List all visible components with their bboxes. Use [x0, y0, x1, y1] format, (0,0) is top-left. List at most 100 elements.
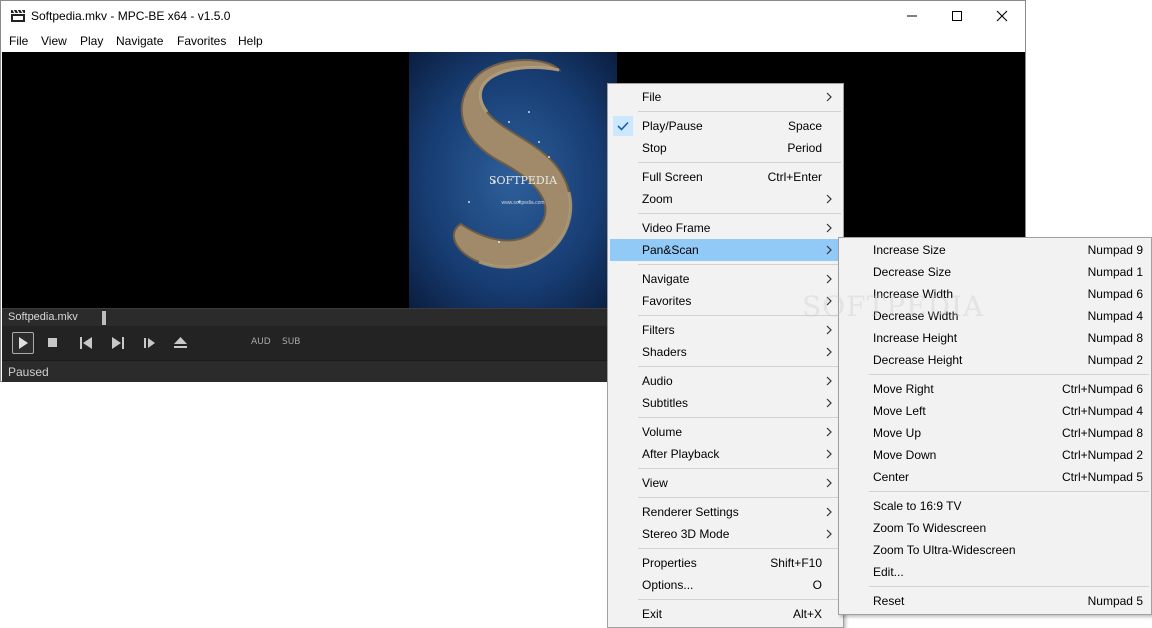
title-bar[interactable]: Softpedia.mkv - MPC-BE x64 - v1.5.0	[1, 1, 1025, 31]
panscan-item-label: Move Down	[873, 448, 937, 462]
minimize-button[interactable]	[889, 1, 935, 31]
panscan-item-label: Move Left	[873, 404, 926, 418]
context-menu-item-play-pause[interactable]: Play/Pause Space	[610, 115, 841, 137]
menu-separator	[638, 599, 841, 600]
next-button[interactable]	[108, 333, 128, 353]
panscan-item-increase-height[interactable]: Increase Height Numpad 8	[841, 327, 1149, 349]
art-url: www.softpedia.com	[501, 200, 544, 206]
menu-separator	[638, 162, 841, 163]
panscan-item-label: Decrease Height	[873, 353, 963, 367]
context-menu-item-file[interactable]: File	[610, 86, 841, 108]
menu-help[interactable]: Help	[238, 34, 263, 48]
panscan-item-decrease-width[interactable]: Decrease Width Numpad 4	[841, 305, 1149, 327]
audio-toggle[interactable]: AUD	[251, 337, 271, 347]
context-menu-item-label: Audio	[642, 374, 673, 388]
panscan-item-move-down[interactable]: Move Down Ctrl+Numpad 2	[841, 444, 1149, 466]
close-icon	[996, 10, 1008, 22]
chevron-right-icon	[825, 345, 833, 359]
context-menu-item-shortcut: Shift+F10	[770, 556, 822, 570]
menu-view[interactable]: View	[41, 34, 67, 48]
menu-play[interactable]: Play	[80, 34, 103, 48]
panscan-item-reset[interactable]: Reset Numpad 5	[841, 590, 1149, 612]
context-menu-item-label: Favorites	[642, 294, 692, 308]
panscan-item-label: Edit...	[873, 565, 904, 579]
context-menu-item-pan-scan[interactable]: Pan&Scan	[610, 239, 841, 261]
context-menu-item-view[interactable]: View	[610, 472, 841, 494]
window-title: Softpedia.mkv - MPC-BE x64 - v1.5.0	[31, 9, 231, 23]
status-text: Paused	[8, 365, 49, 379]
skip-back-icon	[80, 337, 92, 349]
panscan-item-decrease-size[interactable]: Decrease Size Numpad 1	[841, 261, 1149, 283]
play-button[interactable]	[12, 332, 34, 354]
panscan-item-shortcut: Numpad 2	[1087, 353, 1143, 367]
frame-step-button[interactable]	[140, 333, 160, 353]
menu-separator	[638, 366, 841, 367]
panscan-item-label: Move Right	[873, 382, 934, 396]
panscan-item-edit[interactable]: Edit...	[841, 561, 1149, 583]
menu-separator	[638, 264, 841, 265]
previous-button[interactable]	[76, 333, 96, 353]
context-menu-item-stereo-3d-mode[interactable]: Stereo 3D Mode	[610, 523, 841, 545]
panscan-item-label: Increase Height	[873, 331, 958, 345]
skip-forward-icon	[112, 337, 124, 349]
context-menu-item-renderer-settings[interactable]: Renderer Settings	[610, 501, 841, 523]
context-menu-item-label: Pan&Scan	[642, 243, 699, 257]
panscan-item-shortcut: Numpad 8	[1087, 331, 1143, 345]
context-menu-item-label: Zoom	[642, 192, 673, 206]
context-menu: File Play/Pause Space Stop Period Full Screen…	[607, 83, 844, 628]
context-menu-item-video-frame[interactable]: Video Frame	[610, 217, 841, 239]
stop-button[interactable]	[43, 333, 63, 353]
context-menu-item-full-screen[interactable]: Full Screen Ctrl+Enter	[610, 166, 841, 188]
panscan-item-move-left[interactable]: Move Left Ctrl+Numpad 4	[841, 400, 1149, 422]
menu-favorites[interactable]: Favorites	[177, 34, 226, 48]
chevron-right-icon	[825, 294, 833, 308]
context-menu-item-after-playback[interactable]: After Playback	[610, 443, 841, 465]
chevron-right-icon	[825, 527, 833, 541]
menu-navigate[interactable]: Navigate	[116, 34, 163, 48]
panscan-item-increase-width[interactable]: Increase Width Numpad 6	[841, 283, 1149, 305]
context-menu-item-exit[interactable]: Exit Alt+X	[610, 603, 841, 625]
context-menu-item-properties[interactable]: Properties Shift+F10	[610, 552, 841, 574]
context-menu-item-shortcut: Space	[787, 119, 822, 133]
menu-separator	[638, 468, 841, 469]
panscan-item-zoom-to-widescreen[interactable]: Zoom To Widescreen	[841, 517, 1149, 539]
close-button[interactable]	[979, 1, 1025, 31]
chevron-right-icon	[825, 192, 833, 206]
panscan-item-zoom-to-ultra-widescreen[interactable]: Zoom To Ultra-Widescreen	[841, 539, 1149, 561]
panscan-item-label: Move Up	[873, 426, 922, 440]
panscan-item-shortcut: Numpad 1	[1087, 265, 1143, 279]
context-menu-item-volume[interactable]: Volume	[610, 421, 841, 443]
context-menu-item-label: File	[642, 90, 662, 104]
panscan-item-increase-size[interactable]: Increase Size Numpad 9	[841, 239, 1149, 261]
panscan-submenu: Increase Size Numpad 9 Decrease Size Numpad…	[838, 237, 1152, 615]
panscan-item-label: Decrease Size	[873, 265, 952, 279]
island-artwork: SOFTPEDIA www.softpedia.com	[409, 52, 617, 308]
eject-button[interactable]	[170, 333, 190, 353]
menu-file[interactable]: File	[9, 34, 28, 48]
context-menu-item-zoom[interactable]: Zoom	[610, 188, 841, 210]
panscan-item-move-right[interactable]: Move Right Ctrl+Numpad 6	[841, 378, 1149, 400]
menu-bar: File View Play Navigate Favorites Help	[1, 31, 1025, 52]
panscan-item-decrease-height[interactable]: Decrease Height Numpad 2	[841, 349, 1149, 371]
maximize-button[interactable]	[934, 1, 980, 31]
context-menu-item-shaders[interactable]: Shaders	[610, 341, 841, 363]
chevron-right-icon	[825, 396, 833, 410]
context-menu-item-navigate[interactable]: Navigate	[610, 268, 841, 290]
context-menu-item-label: Navigate	[642, 272, 690, 286]
context-menu-item-shortcut: Ctrl+Enter	[767, 170, 822, 184]
panscan-item-center[interactable]: Center Ctrl+Numpad 5	[841, 466, 1149, 488]
subtitle-toggle[interactable]: SUB	[282, 337, 300, 347]
context-menu-item-subtitles[interactable]: Subtitles	[610, 392, 841, 414]
context-menu-item-audio[interactable]: Audio	[610, 370, 841, 392]
play-icon	[19, 337, 28, 349]
context-menu-item-stop[interactable]: Stop Period	[610, 137, 841, 159]
panscan-item-move-up[interactable]: Move Up Ctrl+Numpad 8	[841, 422, 1149, 444]
seek-thumb[interactable]	[102, 311, 106, 325]
context-menu-item-filters[interactable]: Filters	[610, 319, 841, 341]
context-menu-item-label: Video Frame	[642, 221, 711, 235]
panscan-item-label: Decrease Width	[873, 309, 959, 323]
context-menu-item-options[interactable]: Options... O	[610, 574, 841, 596]
context-menu-item-favorites[interactable]: Favorites	[610, 290, 841, 312]
panscan-item-scale-to-16-9-tv[interactable]: Scale to 16:9 TV	[841, 495, 1149, 517]
context-menu-item-label: Shaders	[642, 345, 687, 359]
